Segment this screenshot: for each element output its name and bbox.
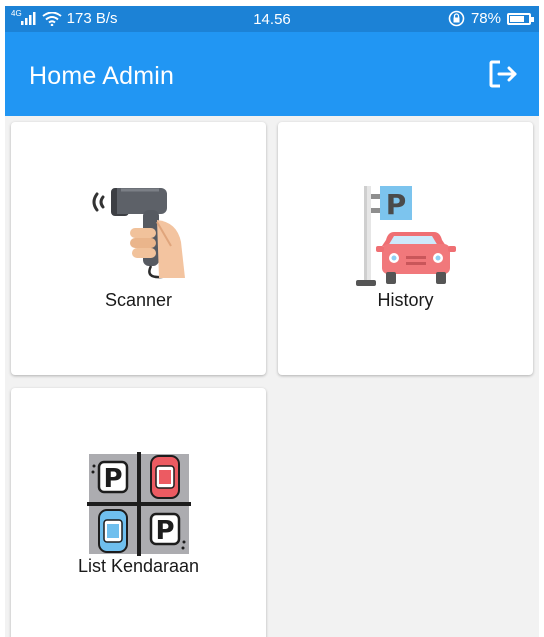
app-bar: Home Admin	[5, 32, 539, 116]
svg-text:P: P	[385, 188, 406, 221]
menu-card-label: History	[377, 290, 434, 310]
battery-percent: 78%	[470, 10, 501, 27]
menu-card-list-kendaraan[interactable]: P P List Kendaraan	[11, 388, 266, 637]
svg-text:P: P	[155, 516, 174, 546]
menu-card-scanner[interactable]: Scanner	[11, 122, 266, 375]
menu-card-history[interactable]: P History	[278, 122, 533, 375]
status-bar: 4G 173 B/s 14.56 78%	[5, 6, 539, 32]
parking-car-icon: P	[355, 186, 456, 286]
svg-text:P: P	[103, 464, 122, 494]
app-screen: 4G 173 B/s 14.56 78% Home Admin Scanner …	[5, 6, 539, 637]
menu-card-label: Scanner	[104, 290, 173, 310]
parking-lot-icon: P P	[86, 452, 191, 556]
barcode-scanner-icon	[92, 188, 185, 279]
battery-icon	[507, 12, 534, 25]
logout-icon	[489, 60, 517, 88]
logout-button[interactable]	[485, 56, 521, 92]
page-title: Home Admin	[29, 62, 175, 90]
status-right: 78%	[448, 10, 534, 27]
menu-card-label: List Kendaraan	[77, 556, 200, 576]
battery-level	[510, 15, 525, 22]
rotation-lock-icon	[448, 10, 465, 27]
